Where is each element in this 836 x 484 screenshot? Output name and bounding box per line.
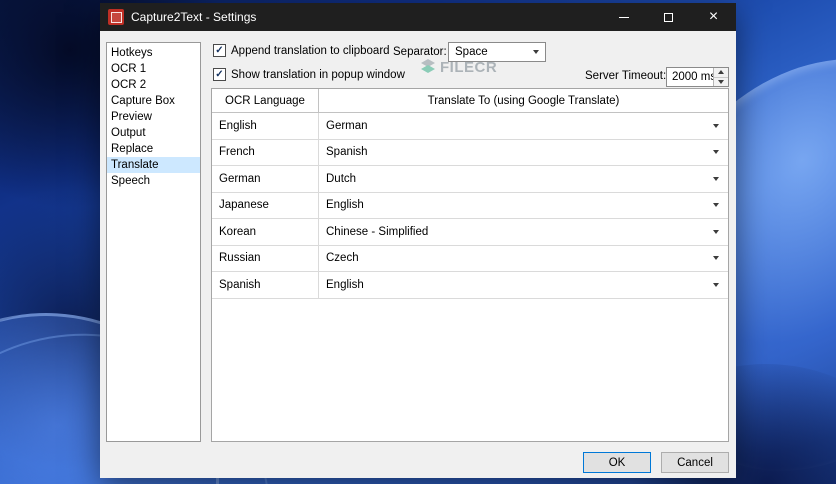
ocr-language-cell[interactable]: Russian: [212, 246, 319, 272]
spinner-buttons: [713, 68, 728, 86]
cancel-button-label: Cancel: [677, 457, 713, 469]
translate-to-combobox[interactable]: English: [319, 272, 728, 298]
table-row: French Spanish: [212, 140, 728, 167]
server-timeout-label: Server Timeout:: [585, 70, 666, 82]
table-row: Spanish English: [212, 272, 728, 299]
translate-to-value: English: [326, 279, 364, 291]
sidebar-item-output[interactable]: Output: [107, 125, 200, 141]
checkmark-icon: ✓: [215, 46, 223, 56]
sidebar-item-translate[interactable]: Translate: [107, 157, 200, 173]
server-timeout-spinbox[interactable]: 2000 ms: [666, 67, 729, 87]
translate-to-combobox[interactable]: Spanish: [319, 140, 728, 166]
window-controls: ×: [601, 3, 736, 31]
filecr-logo-icon: [420, 57, 436, 77]
chevron-down-icon: [713, 283, 719, 287]
sidebar-item-capture-box[interactable]: Capture Box: [107, 93, 200, 109]
sidebar-item-ocr-2[interactable]: OCR 2: [107, 77, 200, 93]
maximize-icon: [664, 13, 673, 22]
translate-to-combobox[interactable]: Chinese - Simplified: [319, 219, 728, 245]
translate-to-combobox[interactable]: Dutch: [319, 166, 728, 192]
translate-to-combobox[interactable]: Czech: [319, 246, 728, 272]
maximize-button[interactable]: [646, 3, 691, 31]
chevron-down-icon: [718, 80, 724, 84]
close-icon: ×: [709, 9, 718, 25]
sidebar-item-replace[interactable]: Replace: [107, 141, 200, 157]
table-row: German Dutch: [212, 166, 728, 193]
chevron-down-icon: [713, 256, 719, 260]
ocr-language-cell[interactable]: German: [212, 166, 319, 192]
desktop-wallpaper: Capture2Text - Settings × Hotkeys OCR 1 …: [0, 0, 836, 484]
translate-to-value: German: [326, 120, 368, 132]
append-clipboard-label: Append translation to clipboard: [231, 45, 390, 57]
translate-to-value: Dutch: [326, 173, 356, 185]
translate-to-value: English: [326, 199, 364, 211]
server-timeout-value: 2000 ms: [672, 71, 716, 83]
separator-dropdown[interactable]: Space: [448, 42, 546, 62]
ocr-language-cell[interactable]: Japanese: [212, 193, 319, 219]
settings-window: Capture2Text - Settings × Hotkeys OCR 1 …: [100, 3, 736, 478]
minimize-icon: [619, 17, 629, 18]
chevron-down-icon: [713, 203, 719, 207]
ocr-language-header: OCR Language: [212, 89, 319, 112]
table-row: Japanese English: [212, 193, 728, 220]
titlebar[interactable]: Capture2Text - Settings ×: [100, 3, 736, 31]
popup-window-label: Show translation in popup window: [231, 69, 405, 81]
ocr-language-cell[interactable]: English: [212, 113, 319, 139]
checkmark-icon: ✓: [215, 70, 223, 80]
translate-to-combobox[interactable]: English: [319, 193, 728, 219]
append-clipboard-checkbox[interactable]: ✓: [213, 44, 226, 57]
sidebar-item-ocr-1[interactable]: OCR 1: [107, 61, 200, 77]
translate-to-header: Translate To (using Google Translate): [319, 89, 728, 112]
chevron-down-icon: [713, 230, 719, 234]
popup-window-checkbox[interactable]: ✓: [213, 68, 226, 81]
table-row: Russian Czech: [212, 246, 728, 273]
translate-to-value: Spanish: [326, 146, 368, 158]
settings-nav-list: Hotkeys OCR 1 OCR 2 Capture Box Preview …: [106, 42, 201, 442]
sidebar-item-preview[interactable]: Preview: [107, 109, 200, 125]
table-row: Korean Chinese - Simplified: [212, 219, 728, 246]
translate-to-combobox[interactable]: German: [319, 113, 728, 139]
ocr-language-cell[interactable]: Spanish: [212, 272, 319, 298]
translate-to-value: Chinese - Simplified: [326, 226, 428, 238]
spin-down-button[interactable]: [714, 78, 728, 87]
chevron-down-icon: [713, 150, 719, 154]
table-header-row: OCR Language Translate To (using Google …: [212, 89, 728, 113]
sidebar-item-speech[interactable]: Speech: [107, 173, 200, 189]
ocr-language-cell[interactable]: Korean: [212, 219, 319, 245]
translation-table: OCR Language Translate To (using Google …: [211, 88, 729, 442]
app-icon: [108, 9, 124, 25]
cancel-button[interactable]: Cancel: [661, 452, 729, 473]
sidebar-item-hotkeys[interactable]: Hotkeys: [107, 45, 200, 61]
chevron-up-icon: [718, 70, 724, 74]
ocr-language-cell[interactable]: French: [212, 140, 319, 166]
close-button[interactable]: ×: [691, 3, 736, 31]
ok-button-label: OK: [609, 457, 626, 469]
ok-button[interactable]: OK: [583, 452, 651, 473]
minimize-button[interactable]: [601, 3, 646, 31]
separator-label: Separator:: [393, 46, 447, 58]
separator-value: Space: [455, 46, 488, 58]
chevron-down-icon: [713, 177, 719, 181]
translate-to-value: Czech: [326, 252, 359, 264]
chevron-down-icon: [533, 50, 539, 54]
window-title: Capture2Text - Settings: [131, 10, 256, 24]
chevron-down-icon: [713, 124, 719, 128]
spin-up-button[interactable]: [714, 68, 728, 78]
table-row: English German: [212, 113, 728, 140]
